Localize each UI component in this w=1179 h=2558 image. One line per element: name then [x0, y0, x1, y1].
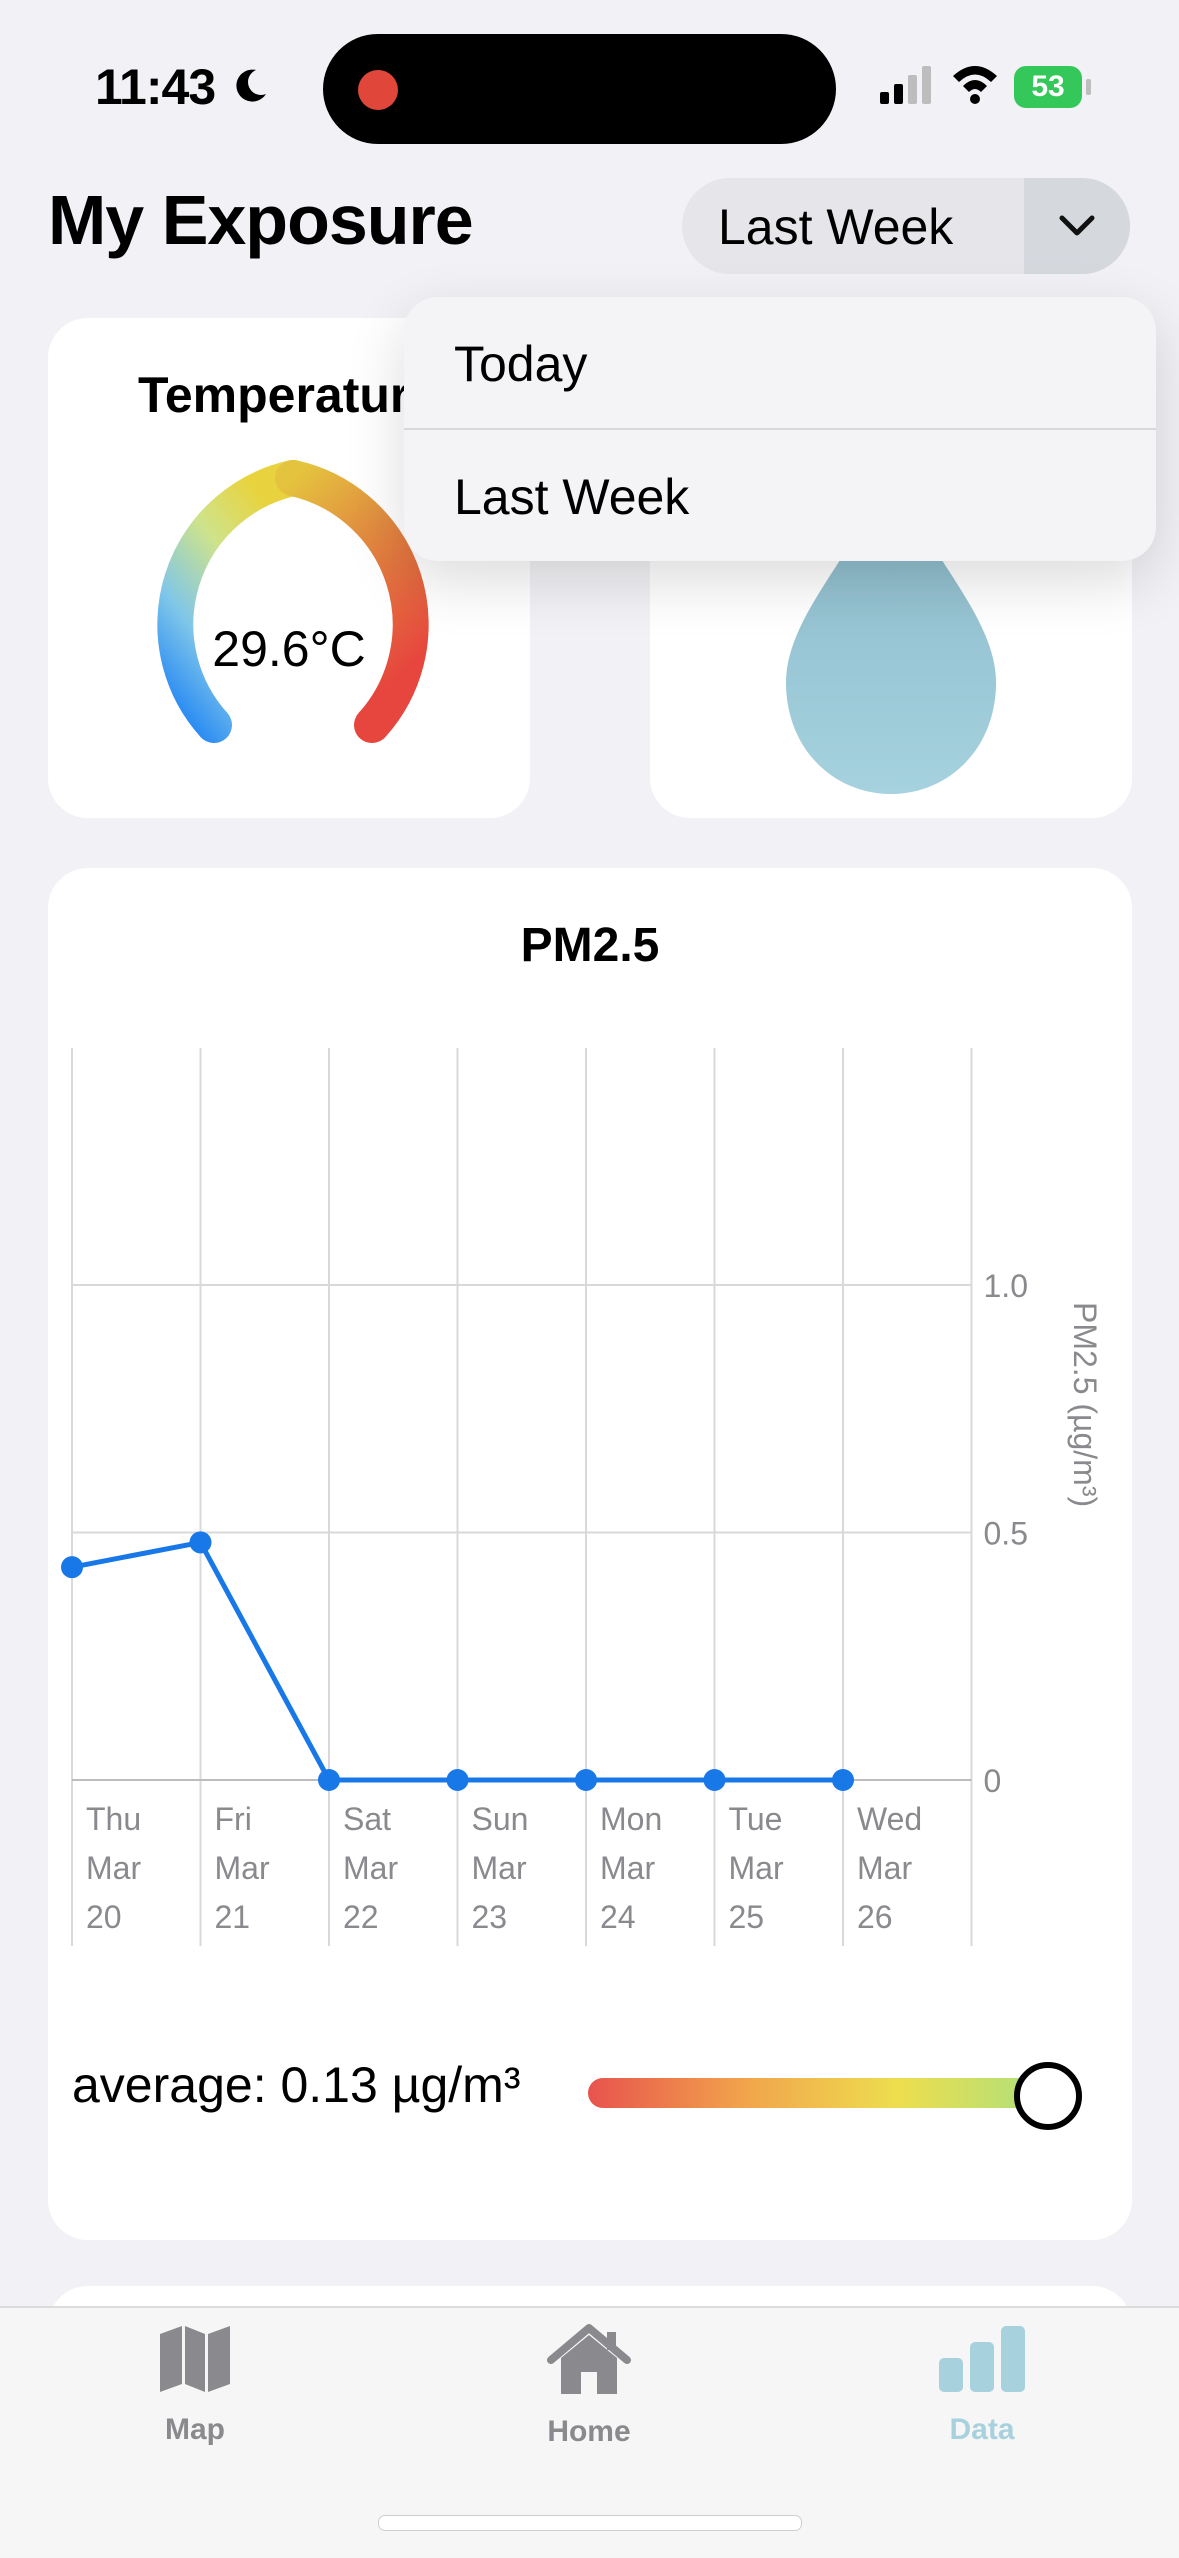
tab-map[interactable]: Map — [95, 2324, 295, 2447]
cellular-signal-icon — [880, 66, 931, 104]
x-tick-label: Mar — [215, 1850, 270, 1886]
x-tick-label: Mar — [729, 1850, 784, 1886]
data-point — [832, 1769, 854, 1791]
period-select-toggle[interactable] — [1024, 178, 1130, 274]
home-indicator — [378, 2515, 802, 2531]
map-icon — [160, 2326, 230, 2392]
x-tick-label: 24 — [600, 1899, 636, 1935]
data-point — [703, 1769, 726, 1791]
data-point — [189, 1531, 212, 1554]
period-select[interactable]: Last Week — [682, 178, 1130, 274]
moon-icon — [236, 69, 266, 102]
temperature-title: Temperature — [138, 367, 438, 423]
x-tick-label: 25 — [729, 1899, 765, 1935]
x-tick-label: Sat — [343, 1801, 391, 1837]
chart-bars-icon — [939, 2326, 1025, 2392]
page-title: My Exposure — [48, 181, 474, 259]
y-axis-label: PM2.5 (µg/m³) — [1067, 1302, 1103, 1507]
x-tick-label: Mar — [472, 1850, 527, 1886]
data-point — [61, 1556, 83, 1579]
dropdown-option-today[interactable]: Today — [404, 297, 1156, 428]
tab-data[interactable]: Data — [882, 2324, 1082, 2447]
x-tick-label: Fri — [215, 1801, 252, 1837]
chevron-down-icon — [1059, 215, 1095, 236]
x-tick-label: 21 — [215, 1899, 251, 1935]
x-tick-label: Mar — [857, 1850, 912, 1886]
level-gradient-bar — [588, 2078, 1053, 2108]
x-tick-label: Wed — [857, 1801, 922, 1837]
dropdown-option-last-week[interactable]: Last Week — [404, 430, 1156, 561]
temperature-value: 29.6°C — [212, 621, 366, 677]
average-text: average: 0.13 µg/m³ — [72, 2057, 521, 2113]
x-tick-label: Mar — [600, 1850, 655, 1886]
wifi-icon — [953, 66, 997, 104]
tab-map-label: Map — [165, 2413, 225, 2446]
y-tick-label: 0 — [984, 1763, 1002, 1799]
house-icon — [547, 2324, 631, 2394]
tab-home[interactable]: Home — [489, 2324, 689, 2449]
recording-indicator-icon — [358, 70, 398, 110]
dynamic-island — [323, 34, 836, 144]
battery-tip — [1086, 79, 1091, 95]
data-point — [318, 1769, 340, 1791]
x-tick-label: Sun — [472, 1801, 529, 1837]
status-time: 11:43 — [95, 59, 216, 115]
tab-data-label: Data — [949, 2413, 1015, 2446]
x-tick-label: 23 — [472, 1899, 508, 1935]
y-tick-label: 0.5 — [984, 1516, 1028, 1552]
tab-home-label: Home — [547, 2415, 631, 2448]
dropdown-option-label: Today — [454, 336, 588, 392]
x-tick-label: 20 — [86, 1899, 122, 1935]
x-tick-label: Mar — [343, 1850, 398, 1886]
y-tick-label: 1.0 — [984, 1268, 1028, 1304]
period-dropdown-menu: Today Last Week — [404, 297, 1156, 561]
x-tick-label: 26 — [857, 1899, 893, 1935]
data-point — [575, 1769, 597, 1791]
x-tick-label: Thu — [86, 1801, 141, 1837]
x-tick-label: Mar — [86, 1850, 141, 1886]
pm25-chart: 0 0.5 1.0 PM2.5 (µg/m³) Thu Mar 20 Fri Mar 21 Sat M… — [61, 1048, 1103, 1946]
dropdown-option-label: Last Week — [454, 469, 690, 525]
pm25-card: PM2.5 0 0.5 1.0 PM2.5 (µg/m³) Thu Mar 20 Fri Mar… — [48, 868, 1132, 2240]
data-point — [446, 1769, 469, 1791]
x-tick-label: Mon — [600, 1801, 662, 1837]
period-select-value: Last Week — [718, 199, 954, 255]
battery-indicator: 53 — [1014, 66, 1082, 108]
x-tick-label: Tue — [729, 1801, 783, 1837]
level-indicator-knob — [1014, 2062, 1083, 2130]
x-tick-label: 22 — [343, 1899, 379, 1935]
